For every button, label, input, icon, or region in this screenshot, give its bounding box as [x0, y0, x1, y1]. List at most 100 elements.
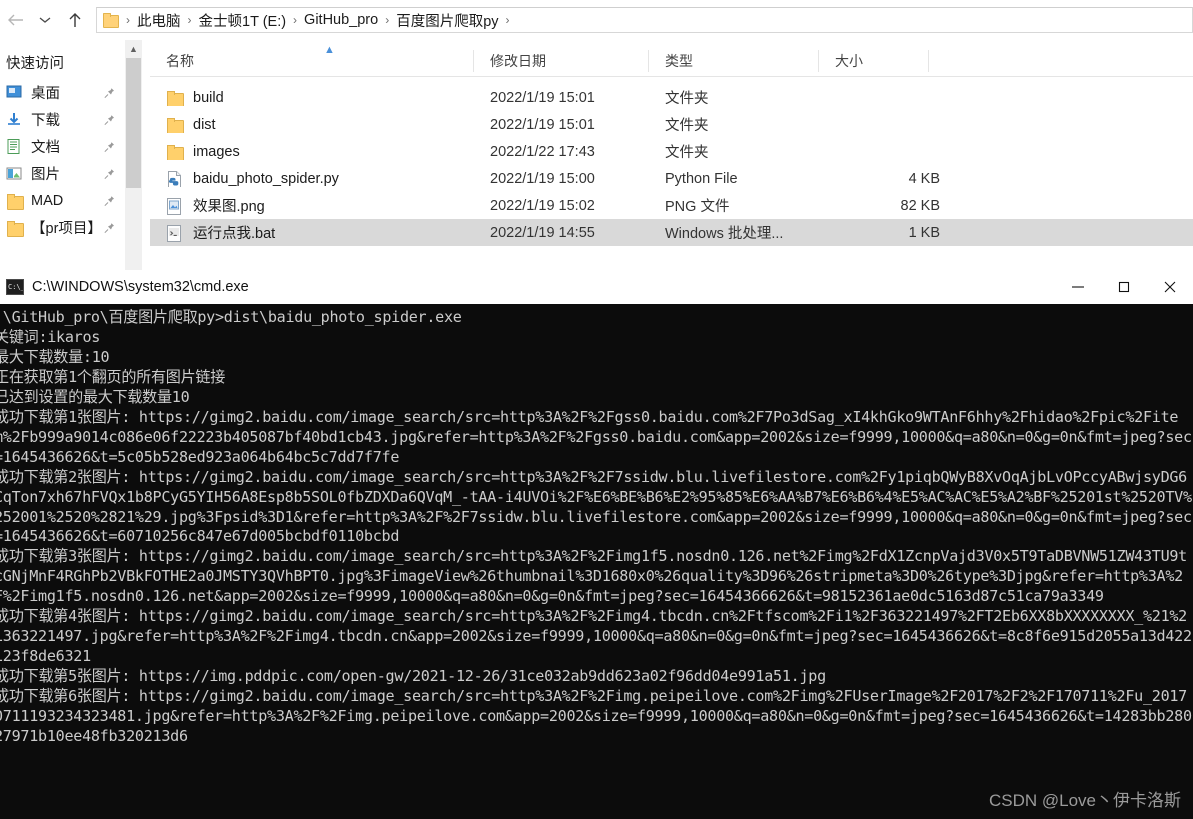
breadcrumb-separator: › [385, 13, 390, 27]
table-row[interactable]: baidu_photo_spider.py 2022/1/19 15:00 Py… [150, 165, 1193, 192]
scrollbar-thumb[interactable] [126, 58, 141, 188]
breadcrumb-item-drive[interactable]: 金士顿1T (E:) [195, 8, 291, 33]
sidebar-item-pr-project[interactable]: 【pr项目】 [0, 214, 125, 241]
table-row[interactable]: images 2022/1/22 17:43 文件夹 [150, 138, 1193, 165]
file-list: build 2022/1/19 15:01 文件夹 dist 2022/1/19… [150, 84, 1193, 246]
breadcrumb-separator: › [187, 13, 192, 27]
console-output-area[interactable]: :\GitHub_pro\百度图片爬取py>dist\baidu_photo_s… [0, 304, 1193, 819]
sidebar-item-mad[interactable]: MAD [0, 187, 125, 214]
file-date: 2022/1/19 15:01 [490, 89, 595, 106]
column-headers: 名称 修改日期 类型 大小 [150, 46, 1193, 77]
breadcrumb-separator: › [505, 13, 510, 27]
folder-icon [6, 193, 24, 210]
file-date: 2022/1/19 15:00 [490, 170, 595, 187]
column-header-date[interactable]: 修改日期 [474, 50, 649, 72]
file-type: PNG 文件 [665, 199, 730, 215]
breadcrumb-separator: › [126, 13, 130, 27]
bat-file-icon [166, 224, 184, 242]
command-prompt-window: C:\_ C:\WINDOWS\system32\cmd.exe :\GitHu… [0, 270, 1193, 819]
file-name: 运行点我.bat [193, 226, 276, 242]
file-name-cell[interactable]: images [150, 144, 490, 160]
folder-icon [166, 90, 184, 106]
console-title-bar[interactable]: C:\_ C:\WINDOWS\system32\cmd.exe [0, 270, 1193, 304]
file-name-cell[interactable]: 效果图.png [150, 195, 490, 216]
file-name: dist [193, 116, 216, 133]
file-name: 效果图.png [193, 199, 265, 215]
file-size: 4 KB [908, 170, 940, 187]
pin-icon[interactable] [104, 195, 115, 206]
sidebar-item-label: 图片 [31, 167, 60, 183]
file-date: 2022/1/22 17:43 [490, 143, 595, 160]
scroll-up-icon[interactable]: ▲ [125, 40, 142, 57]
close-icon[interactable] [1147, 270, 1193, 304]
folder-icon [6, 220, 24, 237]
address-bar: › 此电脑 › 金士顿1T (E:) › GitHub_pro › 百度图片爬取… [0, 0, 1193, 40]
sidebar-item-label: 桌面 [31, 86, 60, 102]
file-type: Windows 批处理... [665, 226, 784, 242]
sidebar-item-label: 下载 [31, 113, 60, 129]
table-row[interactable]: dist 2022/1/19 15:01 文件夹 [150, 111, 1193, 138]
screen: › 此电脑 › 金士顿1T (E:) › GitHub_pro › 百度图片爬取… [0, 0, 1193, 819]
table-row[interactable]: build 2022/1/19 15:01 文件夹 [150, 84, 1193, 111]
sidebar-item-pictures[interactable]: 图片 [0, 160, 125, 187]
recent-locations-button[interactable] [30, 4, 60, 36]
breadcrumb-separator: › [293, 13, 298, 27]
maximize-icon[interactable] [1101, 270, 1147, 304]
documents-icon [6, 138, 24, 155]
breadcrumb[interactable]: › 此电脑 › 金士顿1T (E:) › GitHub_pro › 百度图片爬取… [96, 7, 1193, 33]
breadcrumb-item-this-pc[interactable]: 此电脑 [133, 8, 185, 33]
desktop-icon [6, 85, 24, 101]
folder-icon [166, 144, 184, 160]
navigation-pane: 快速访问 桌面 下载 文档 图片 MAD 【pr项目】 [0, 40, 125, 275]
file-size: 1 KB [908, 224, 940, 241]
file-name: build [193, 89, 224, 106]
file-date: 2022/1/19 15:02 [490, 197, 595, 214]
file-type: 文件夹 [665, 91, 709, 107]
file-name: baidu_photo_spider.py [193, 170, 339, 187]
column-header-name[interactable]: 名称 [150, 50, 474, 72]
console-title: C:\WINDOWS\system32\cmd.exe [32, 279, 249, 295]
folder-icon [166, 117, 184, 133]
sidebar-item-documents[interactable]: 文档 [0, 133, 125, 160]
file-date: 2022/1/19 14:55 [490, 224, 595, 241]
file-explorer-window: › 此电脑 › 金士顿1T (E:) › GitHub_pro › 百度图片爬取… [0, 0, 1193, 275]
file-type: 文件夹 [665, 145, 709, 161]
breadcrumb-item-current[interactable]: 百度图片爬取py [392, 8, 502, 33]
column-header-size[interactable]: 大小 [819, 50, 929, 72]
pin-icon[interactable] [104, 141, 115, 152]
sidebar-item-label: 文档 [31, 140, 60, 156]
sidebar-item-label: 【pr项目】 [31, 221, 102, 237]
pin-icon[interactable] [104, 222, 115, 233]
quick-access-header[interactable]: 快速访问 [0, 40, 125, 79]
minimize-icon[interactable] [1055, 270, 1101, 304]
breadcrumb-item-github-pro[interactable]: GitHub_pro [300, 10, 382, 30]
watermark: CSDN @Love丶伊卡洛斯 [988, 791, 1181, 810]
file-name: images [193, 143, 240, 160]
python-file-icon [166, 170, 184, 187]
pin-icon[interactable] [104, 114, 115, 125]
sidebar-item-desktop[interactable]: 桌面 [0, 79, 125, 106]
file-type: Python File [665, 170, 738, 187]
table-row[interactable]: 运行点我.bat 2022/1/19 14:55 Windows 批处理... … [150, 219, 1193, 246]
pin-icon[interactable] [104, 87, 115, 98]
file-name-cell[interactable]: build [150, 90, 490, 106]
table-row[interactable]: 效果图.png 2022/1/19 15:02 PNG 文件 82 KB [150, 192, 1193, 219]
file-name-cell[interactable]: dist [150, 117, 490, 133]
up-button[interactable] [60, 4, 90, 36]
file-name-cell[interactable]: baidu_photo_spider.py [150, 170, 490, 187]
column-header-type[interactable]: 类型 [649, 50, 819, 72]
back-button[interactable] [0, 4, 30, 36]
file-name-cell[interactable]: 运行点我.bat [150, 222, 490, 243]
cmd-icon: C:\_ [6, 279, 24, 295]
sidebar-item-downloads[interactable]: 下载 [0, 106, 125, 133]
file-size: 82 KB [900, 197, 941, 214]
caret-up-icon: ▲ [324, 44, 335, 56]
file-date: 2022/1/19 15:01 [490, 116, 595, 133]
folder-icon [103, 13, 119, 28]
navigation-pane-scrollbar[interactable]: ▲ [125, 40, 142, 275]
pin-icon[interactable] [104, 168, 115, 179]
pictures-icon [6, 166, 24, 182]
sidebar-item-label: MAD [31, 192, 64, 209]
file-type: 文件夹 [665, 118, 709, 134]
console-output-text: :\GitHub_pro\百度图片爬取py>dist\baidu_photo_s… [0, 308, 1192, 746]
